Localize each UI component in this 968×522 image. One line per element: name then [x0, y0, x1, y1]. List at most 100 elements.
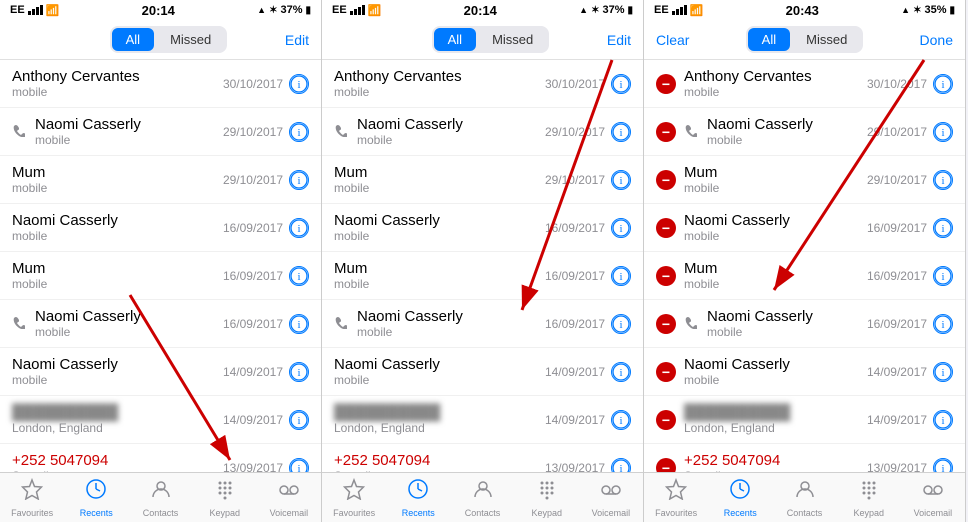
delete-button[interactable]: −	[656, 122, 676, 142]
tab-voicemail[interactable]: Voicemail	[579, 473, 643, 522]
info-icon[interactable]: i	[611, 170, 631, 190]
call-item[interactable]: Naomi Casserlymobile16/09/2017i	[0, 300, 321, 348]
delete-button[interactable]: −	[656, 266, 676, 286]
tab-voicemail[interactable]: Voicemail	[257, 473, 321, 522]
info-icon[interactable]: i	[933, 170, 953, 190]
edit-button[interactable]: Edit	[285, 32, 309, 48]
delete-button[interactable]: −	[656, 218, 676, 238]
tab-voicemail[interactable]: Voicemail	[901, 473, 965, 522]
info-icon[interactable]: i	[933, 122, 953, 142]
tab-recents[interactable]: Recents	[64, 473, 128, 522]
call-item[interactable]: −██████████London, England14/09/2017i	[644, 396, 965, 444]
delete-button[interactable]: −	[656, 362, 676, 382]
tab-recents[interactable]: Recents	[708, 473, 772, 522]
battery-icon: ▮	[949, 5, 955, 16]
call-item-left: Mummobile	[334, 164, 545, 195]
call-item[interactable]: −Naomi Casserlymobile16/09/2017i	[644, 300, 965, 348]
delete-button[interactable]: −	[656, 314, 676, 334]
missed-tab-button[interactable]: Missed	[156, 28, 225, 51]
call-item[interactable]: Naomi Casserlymobile16/09/2017i	[322, 204, 643, 252]
call-name: Mum	[334, 164, 545, 181]
clear-button[interactable]: Clear	[656, 32, 689, 48]
call-item[interactable]: Naomi Casserlymobile29/10/2017i	[322, 108, 643, 156]
info-icon[interactable]: i	[611, 218, 631, 238]
info-icon[interactable]: i	[611, 122, 631, 142]
tab-contacts[interactable]: Contacts	[128, 473, 192, 522]
call-item[interactable]: −Naomi Casserlymobile14/09/2017i	[644, 348, 965, 396]
info-icon[interactable]: i	[933, 410, 953, 430]
info-icon[interactable]: i	[289, 170, 309, 190]
call-name: ██████████	[684, 404, 867, 421]
tab-keypad[interactable]: Keypad	[837, 473, 901, 522]
delete-button[interactable]: −	[656, 170, 676, 190]
tab-favourites[interactable]: Favourites	[0, 473, 64, 522]
call-date: 29/10/2017	[867, 173, 927, 187]
status-left: EE 📶	[332, 4, 381, 17]
info-icon[interactable]: i	[289, 266, 309, 286]
call-item[interactable]: Naomi Casserlymobile14/09/2017i	[0, 348, 321, 396]
call-item-left: Anthony Cervantesmobile	[334, 68, 545, 99]
info-icon[interactable]: i	[289, 410, 309, 430]
call-item[interactable]: −Naomi Casserlymobile16/09/2017i	[644, 204, 965, 252]
info-icon[interactable]: i	[933, 74, 953, 94]
info-icon[interactable]: i	[611, 410, 631, 430]
info-icon[interactable]: i	[611, 362, 631, 382]
call-item[interactable]: −Anthony Cervantesmobile30/10/2017i	[644, 60, 965, 108]
info-icon[interactable]: i	[289, 362, 309, 382]
info-icon[interactable]: i	[289, 314, 309, 334]
tab-recents[interactable]: Recents	[386, 473, 450, 522]
call-item[interactable]: −+252 5047094Somalia13/09/2017i	[644, 444, 965, 472]
info-icon[interactable]: i	[933, 362, 953, 382]
call-item[interactable]: ██████████London, England14/09/2017i	[0, 396, 321, 444]
call-item[interactable]: Mummobile16/09/2017i	[322, 252, 643, 300]
call-item[interactable]: Anthony Cervantesmobile30/10/2017i	[0, 60, 321, 108]
call-item[interactable]: −Mummobile29/10/2017i	[644, 156, 965, 204]
tab-keypad[interactable]: Keypad	[515, 473, 579, 522]
keypad-icon	[536, 478, 558, 506]
call-item[interactable]: ██████████London, England14/09/2017i	[322, 396, 643, 444]
call-item[interactable]: Anthony Cervantesmobile30/10/2017i	[322, 60, 643, 108]
info-icon[interactable]: i	[933, 218, 953, 238]
info-icon[interactable]: i	[933, 314, 953, 334]
tab-contacts[interactable]: Contacts	[772, 473, 836, 522]
info-icon[interactable]: i	[611, 266, 631, 286]
call-item[interactable]: +252 5047094Somalia13/09/2017i	[322, 444, 643, 472]
call-type: mobile	[357, 325, 545, 339]
info-icon[interactable]: i	[289, 458, 309, 473]
info-icon[interactable]: i	[611, 458, 631, 473]
call-item[interactable]: −Naomi Casserlymobile29/10/2017i	[644, 108, 965, 156]
info-icon[interactable]: i	[289, 218, 309, 238]
missed-tab-button[interactable]: Missed	[792, 28, 861, 51]
delete-button[interactable]: −	[656, 410, 676, 430]
call-item[interactable]: Mummobile29/10/2017i	[0, 156, 321, 204]
call-item[interactable]: Naomi Casserlymobile14/09/2017i	[322, 348, 643, 396]
delete-button[interactable]: −	[656, 458, 676, 473]
all-tab-button[interactable]: All	[748, 28, 790, 51]
tab-contacts[interactable]: Contacts	[450, 473, 514, 522]
call-item[interactable]: −Mummobile16/09/2017i	[644, 252, 965, 300]
info-icon[interactable]: i	[933, 458, 953, 473]
tab-favourites[interactable]: Favourites	[644, 473, 708, 522]
info-icon[interactable]: i	[289, 74, 309, 94]
call-item[interactable]: +252 5047094Somalia13/09/2017i	[0, 444, 321, 472]
call-item[interactable]: Mummobile29/10/2017i	[322, 156, 643, 204]
info-icon[interactable]: i	[289, 122, 309, 142]
info-icon[interactable]: i	[611, 314, 631, 334]
all-tab-button[interactable]: All	[112, 28, 154, 51]
tab-favourites[interactable]: Favourites	[322, 473, 386, 522]
delete-button[interactable]: −	[656, 74, 676, 94]
call-item[interactable]: Naomi Casserlymobile16/09/2017i	[0, 204, 321, 252]
info-icon[interactable]: i	[933, 266, 953, 286]
done-button[interactable]: Done	[920, 32, 953, 48]
call-item[interactable]: Naomi Casserlymobile16/09/2017i	[322, 300, 643, 348]
missed-tab-button[interactable]: Missed	[478, 28, 547, 51]
wifi-icon: 📶	[368, 4, 382, 17]
tab-keypad[interactable]: Keypad	[193, 473, 257, 522]
call-item[interactable]: Naomi Casserlymobile29/10/2017i	[0, 108, 321, 156]
segment-control: AllMissed	[110, 26, 228, 53]
call-item[interactable]: Mummobile16/09/2017i	[0, 252, 321, 300]
all-tab-button[interactable]: All	[434, 28, 476, 51]
missed-call-icon	[12, 316, 25, 332]
edit-button[interactable]: Edit	[607, 32, 631, 48]
info-icon[interactable]: i	[611, 74, 631, 94]
